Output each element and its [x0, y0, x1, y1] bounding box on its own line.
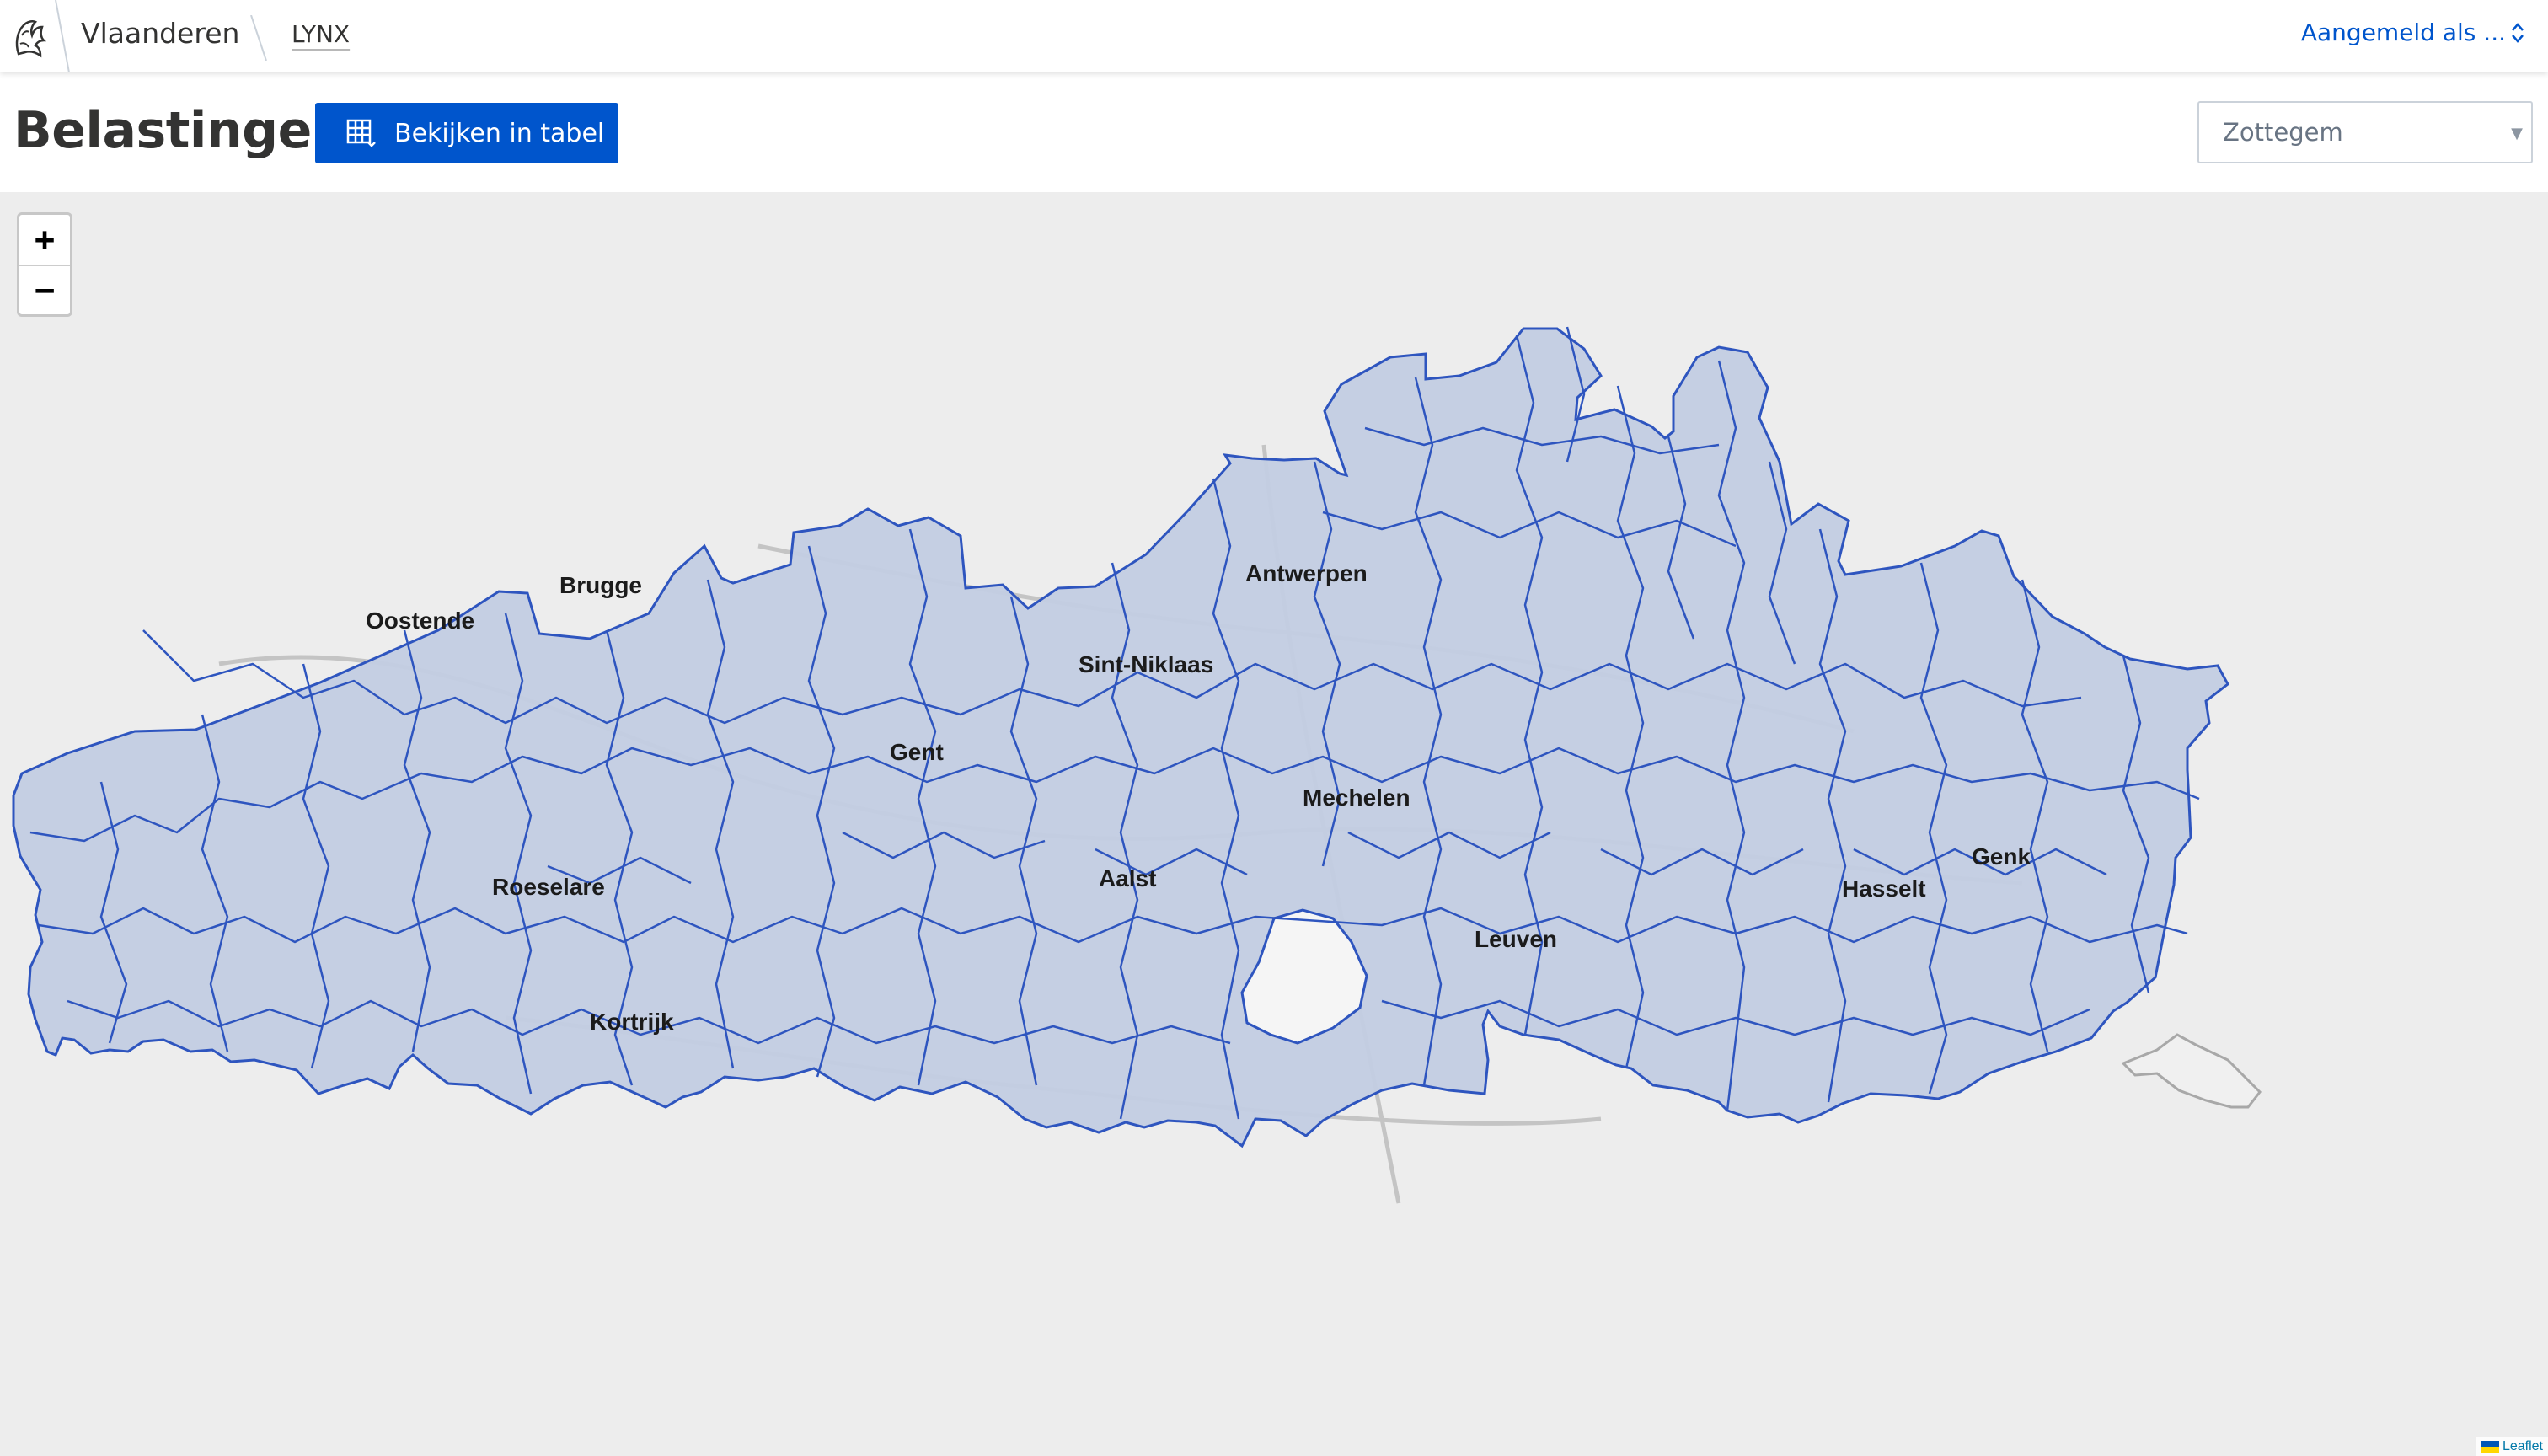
zoom-control: + − [17, 212, 72, 317]
caret-down-icon: ▼ [2511, 125, 2523, 142]
chevron-up-down-icon [2512, 22, 2524, 43]
city-label-mechelen: Mechelen [1303, 784, 1410, 811]
logo-divider [55, 0, 70, 72]
view-in-table-label: Bekijken in tabel [394, 118, 605, 148]
map-container[interactable]: Brugge Oostende Antwerpen Sint-Niklaas G… [0, 192, 2548, 1456]
flemish-lion-logo-icon[interactable] [7, 10, 59, 62]
city-label-aalst: Aalst [1099, 865, 1156, 891]
global-header: Vlaanderen LYNX Aangemeld als ... [0, 0, 2548, 72]
municipality-select[interactable]: Zottegem ▼ [2197, 101, 2533, 163]
table-grid-icon [346, 119, 376, 147]
municipality-select-value: Zottegem [2223, 118, 2343, 147]
zoom-in-button[interactable]: + [19, 215, 70, 265]
page-header: Belastingen Bekijken in tabel Zottegem ▼ [0, 72, 2548, 192]
map-attribution: Leaflet [2475, 1437, 2548, 1456]
flanders-region-fill[interactable] [12, 327, 2230, 1148]
leaflet-attribution-link[interactable]: Leaflet [2502, 1439, 2543, 1454]
ukraine-flag-icon [2480, 1441, 2499, 1453]
city-label-roeselare: Roeselare [492, 874, 605, 900]
login-menu-button[interactable]: Aangemeld als ... [2301, 19, 2526, 46]
city-label-leuven: Leuven [1475, 926, 1557, 952]
flanders-municipalities-map[interactable]: Brugge Oostende Antwerpen Sint-Niklaas G… [0, 192, 2548, 1456]
city-label-sint-niklaas: Sint-Niklaas [1079, 651, 1213, 677]
breadcrumb-divider [250, 15, 267, 61]
login-label: Aangemeld als ... [2300, 19, 2506, 46]
city-label-hasselt: Hasselt [1842, 875, 1926, 902]
page-title: Belastingen [13, 101, 348, 160]
voeren-exclave[interactable] [2121, 1033, 2262, 1109]
city-label-kortrijk: Kortrijk [590, 1009, 674, 1035]
app-name-link[interactable]: LYNX [292, 20, 350, 48]
brand-name[interactable]: Vlaanderen [81, 17, 239, 50]
city-label-gent: Gent [890, 739, 944, 765]
city-label-oostende: Oostende [366, 608, 474, 634]
city-label-brugge: Brugge [559, 572, 642, 598]
city-label-antwerpen: Antwerpen [1245, 560, 1368, 586]
city-label-genk: Genk [1972, 843, 2031, 870]
zoom-out-button[interactable]: − [19, 265, 70, 314]
view-in-table-button[interactable]: Bekijken in tabel [315, 103, 618, 163]
